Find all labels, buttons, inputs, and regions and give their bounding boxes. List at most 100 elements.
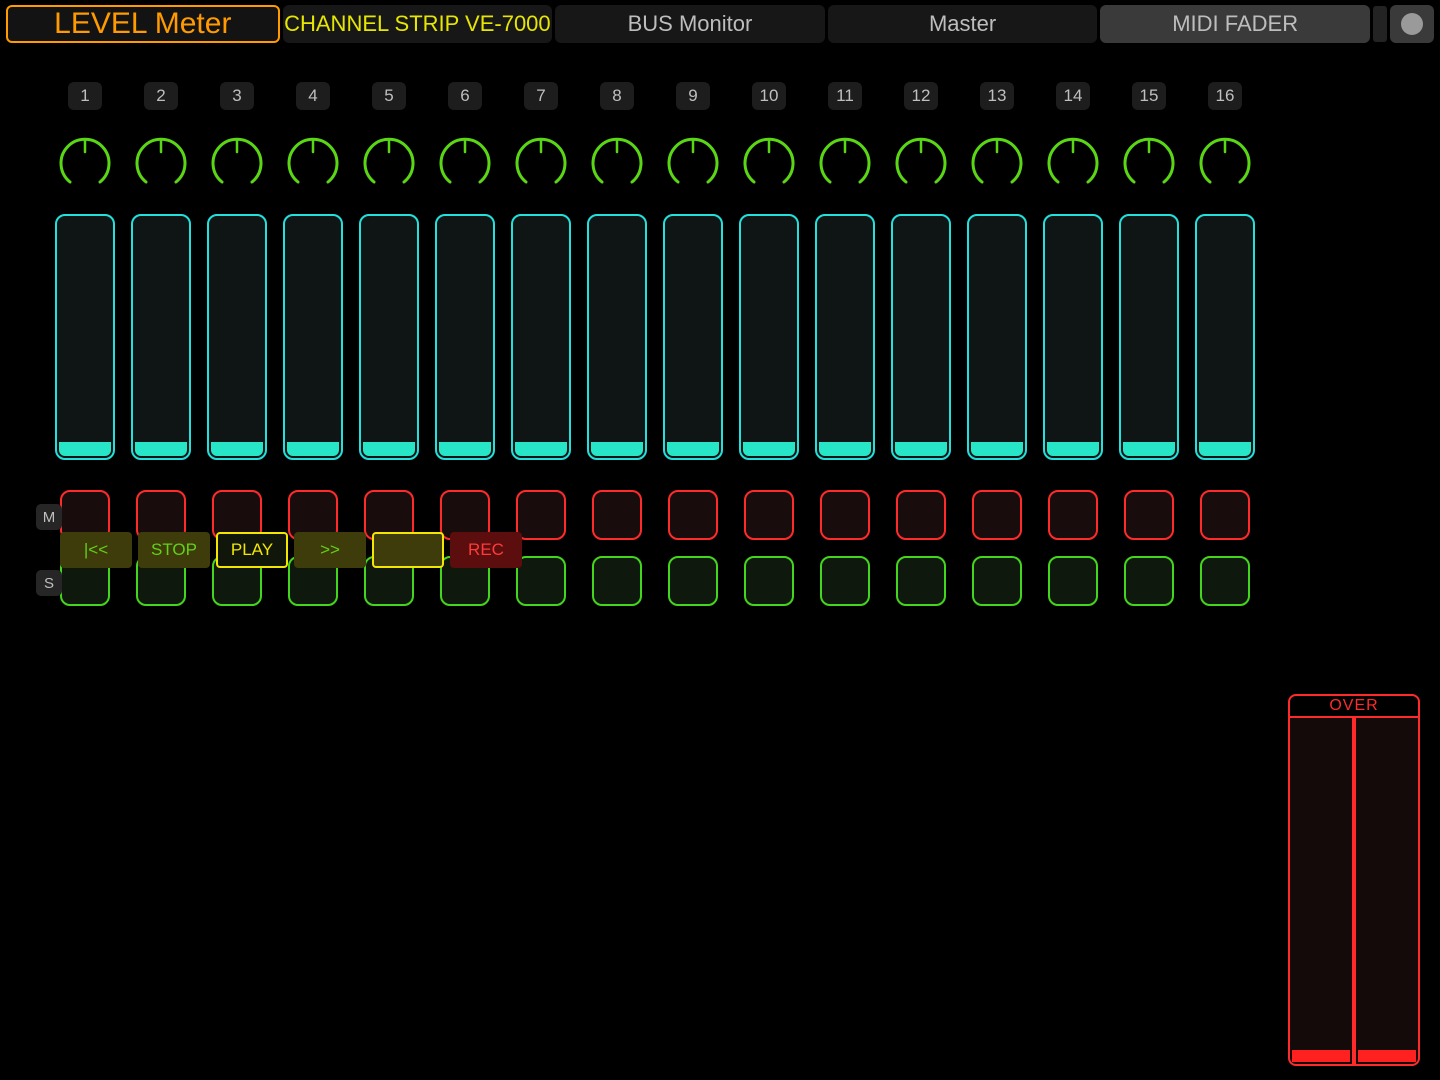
transport-rec-button[interactable]: REC	[450, 532, 522, 568]
solo-button-8[interactable]	[592, 556, 642, 606]
level-fill	[591, 442, 643, 456]
channel-4: 4	[286, 82, 340, 490]
transport-rewind-button[interactable]: |<<	[60, 532, 132, 568]
level-fader[interactable]	[511, 214, 571, 460]
mute-button-7[interactable]	[516, 490, 566, 540]
level-fader[interactable]	[55, 214, 115, 460]
channel-number-badge[interactable]: 6	[448, 82, 482, 110]
pan-knob[interactable]	[437, 134, 493, 190]
level-fader[interactable]	[1043, 214, 1103, 460]
level-fader[interactable]	[739, 214, 799, 460]
solo-button-7[interactable]	[516, 556, 566, 606]
channel-number-badge[interactable]: 10	[752, 82, 786, 110]
tab-indicator-button[interactable]	[1390, 5, 1434, 43]
level-fader[interactable]	[1195, 214, 1255, 460]
channel-number-badge[interactable]: 16	[1208, 82, 1242, 110]
channel-number-badge[interactable]: 4	[296, 82, 330, 110]
level-fill	[1047, 442, 1099, 456]
pan-knob[interactable]	[969, 134, 1025, 190]
pan-knob[interactable]	[893, 134, 949, 190]
channel-columns: 1 2 3 4 5 6 7 8 9 10 11 12 13 14	[58, 82, 1422, 490]
level-fill	[135, 442, 187, 456]
level-fader[interactable]	[815, 214, 875, 460]
pan-knob[interactable]	[817, 134, 873, 190]
pan-knob[interactable]	[361, 134, 417, 190]
channel-9: 9	[666, 82, 720, 490]
solo-row-label: S	[36, 570, 62, 596]
level-fader[interactable]	[967, 214, 1027, 460]
solo-button-11[interactable]	[820, 556, 870, 606]
transport-ffwd-button[interactable]: >>	[294, 532, 366, 568]
mute-button-16[interactable]	[1200, 490, 1250, 540]
over-meter-block: OVER	[1288, 694, 1420, 1066]
channel-number-badge[interactable]: 3	[220, 82, 254, 110]
level-fill	[819, 442, 871, 456]
pan-knob[interactable]	[209, 134, 265, 190]
pan-knob[interactable]	[513, 134, 569, 190]
solo-button-9[interactable]	[668, 556, 718, 606]
mute-button-10[interactable]	[744, 490, 794, 540]
tab-level-meter[interactable]: LEVEL Meter	[6, 5, 280, 43]
level-fader[interactable]	[891, 214, 951, 460]
transport-play-button[interactable]: PLAY	[216, 532, 288, 568]
pan-knob[interactable]	[133, 134, 189, 190]
channel-number-badge[interactable]: 11	[828, 82, 862, 110]
mute-button-11[interactable]	[820, 490, 870, 540]
level-fader[interactable]	[207, 214, 267, 460]
tab-bus-monitor[interactable]: BUS Monitor	[555, 5, 825, 43]
pan-knob[interactable]	[741, 134, 797, 190]
level-fill	[895, 442, 947, 456]
solo-button-12[interactable]	[896, 556, 946, 606]
channel-number-badge[interactable]: 1	[68, 82, 102, 110]
channel-number-badge[interactable]: 2	[144, 82, 178, 110]
level-fader[interactable]	[1119, 214, 1179, 460]
pan-knob[interactable]	[1045, 134, 1101, 190]
channel-15: 15	[1122, 82, 1176, 490]
channel-12: 12	[894, 82, 948, 490]
solo-button-13[interactable]	[972, 556, 1022, 606]
level-fill	[287, 442, 339, 456]
level-fader[interactable]	[283, 214, 343, 460]
mixer-stage: 1 2 3 4 5 6 7 8 9 10 11 12 13 14	[0, 82, 1440, 612]
pan-knob[interactable]	[57, 134, 113, 190]
level-fader[interactable]	[435, 214, 495, 460]
level-fader[interactable]	[359, 214, 419, 460]
solo-button-15[interactable]	[1124, 556, 1174, 606]
tab-channel-strip[interactable]: CHANNEL STRIP VE-7000	[283, 5, 553, 43]
channel-13: 13	[970, 82, 1024, 490]
transport-stop-button[interactable]: STOP	[138, 532, 210, 568]
pan-knob[interactable]	[285, 134, 341, 190]
over-label: OVER	[1288, 694, 1420, 718]
level-fader[interactable]	[663, 214, 723, 460]
channel-16: 16	[1198, 82, 1252, 490]
channel-number-badge[interactable]: 9	[676, 82, 710, 110]
channel-number-badge[interactable]: 15	[1132, 82, 1166, 110]
pan-knob[interactable]	[589, 134, 645, 190]
channel-number-badge[interactable]: 5	[372, 82, 406, 110]
mute-button-12[interactable]	[896, 490, 946, 540]
mute-button-9[interactable]	[668, 490, 718, 540]
tab-midi-fader[interactable]: MIDI FADER	[1100, 5, 1370, 43]
channel-number-badge[interactable]: 12	[904, 82, 938, 110]
channel-10: 10	[742, 82, 796, 490]
level-fader[interactable]	[131, 214, 191, 460]
pan-knob[interactable]	[1197, 134, 1253, 190]
solo-button-10[interactable]	[744, 556, 794, 606]
tab-master[interactable]: Master	[828, 5, 1098, 43]
solo-button-14[interactable]	[1048, 556, 1098, 606]
channel-number-badge[interactable]: 14	[1056, 82, 1090, 110]
channel-number-badge[interactable]: 8	[600, 82, 634, 110]
mute-button-8[interactable]	[592, 490, 642, 540]
pan-knob[interactable]	[1121, 134, 1177, 190]
transport-blank-button[interactable]	[372, 532, 444, 568]
channel-number-badge[interactable]: 13	[980, 82, 1014, 110]
channel-1: 1	[58, 82, 112, 490]
channel-number-badge[interactable]: 7	[524, 82, 558, 110]
mute-button-15[interactable]	[1124, 490, 1174, 540]
mute-button-14[interactable]	[1048, 490, 1098, 540]
solo-button-16[interactable]	[1200, 556, 1250, 606]
level-fill	[439, 442, 491, 456]
mute-button-13[interactable]	[972, 490, 1022, 540]
level-fader[interactable]	[587, 214, 647, 460]
pan-knob[interactable]	[665, 134, 721, 190]
